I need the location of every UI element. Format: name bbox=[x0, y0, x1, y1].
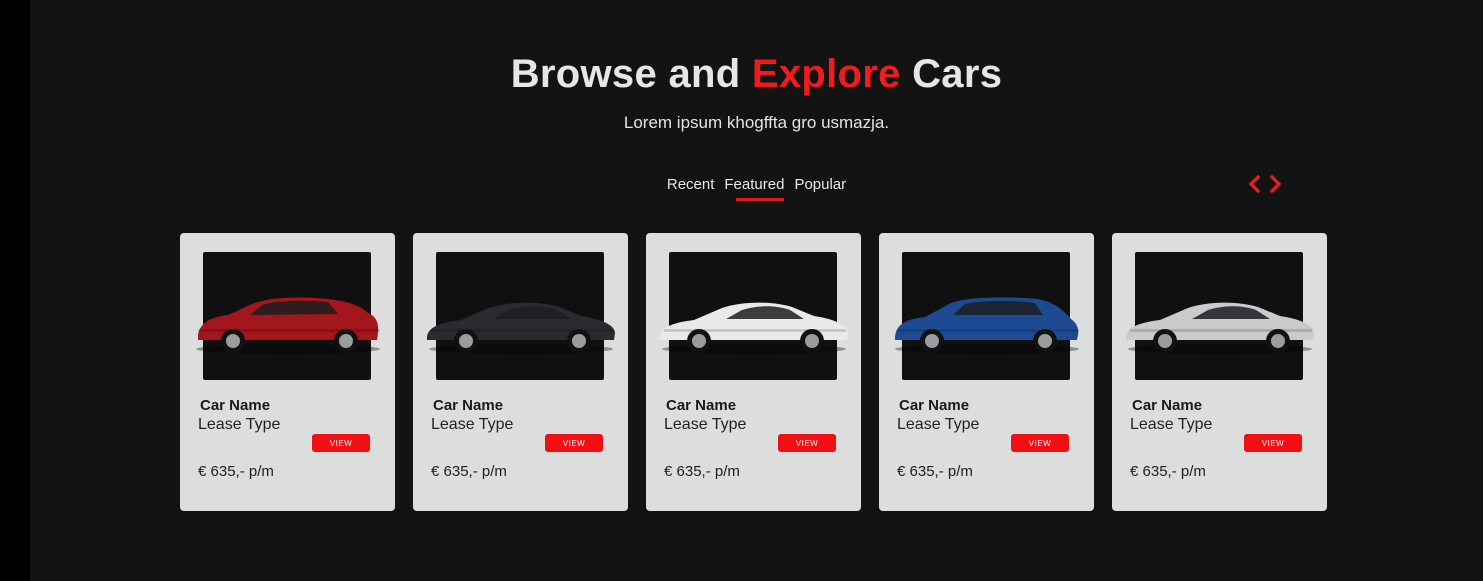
price: € 635,- p/m bbox=[1130, 463, 1206, 480]
chevron-left-icon[interactable] bbox=[1246, 174, 1262, 194]
view-button[interactable]: VIEW bbox=[778, 434, 836, 452]
price: € 635,- p/m bbox=[664, 463, 740, 480]
car-image bbox=[196, 297, 380, 354]
car-image bbox=[1126, 302, 1314, 354]
car-card[interactable]: Car Name Lease Type VIEW € 635,- p/m bbox=[646, 233, 861, 511]
lease-type: Lease Type bbox=[1130, 416, 1213, 433]
lease-type: Lease Type bbox=[664, 416, 747, 433]
car-card[interactable]: Car Name Lease Type VIEW € 635,- p/m bbox=[879, 233, 1094, 511]
car-card-list: Car Name Lease Type VIEW € 635,- p/m Car… bbox=[180, 233, 1327, 511]
car-image bbox=[427, 302, 615, 354]
price: € 635,- p/m bbox=[198, 463, 274, 480]
view-button[interactable]: VIEW bbox=[545, 434, 603, 452]
car-name: Car Name bbox=[1132, 397, 1203, 414]
lease-type: Lease Type bbox=[897, 416, 980, 433]
title-part-2: Cars bbox=[900, 52, 1003, 96]
view-button[interactable]: VIEW bbox=[1011, 434, 1069, 452]
tab-recent[interactable]: Recent bbox=[667, 176, 715, 197]
lease-type: Lease Type bbox=[431, 416, 514, 433]
carousel-nav bbox=[1246, 174, 1284, 194]
tab-popular[interactable]: Popular bbox=[794, 176, 846, 197]
car-image bbox=[895, 297, 1079, 354]
car-image bbox=[660, 302, 848, 354]
car-name: Car Name bbox=[200, 397, 271, 414]
page-title: Browse and Explore Cars bbox=[30, 52, 1483, 97]
title-part-1: Browse and bbox=[510, 52, 752, 96]
browse-section: Browse and Explore Cars Lorem ipsum khog… bbox=[30, 0, 1483, 581]
page-subtitle: Lorem ipsum khogffta gro usmazja. bbox=[623, 113, 890, 132]
car-card[interactable]: Car Name Lease Type VIEW € 635,- p/m bbox=[413, 233, 628, 511]
view-button[interactable]: VIEW bbox=[312, 434, 370, 452]
title-accent: Explore bbox=[751, 52, 901, 96]
view-button[interactable]: VIEW bbox=[1244, 434, 1302, 452]
lease-type: Lease Type bbox=[198, 416, 281, 433]
chevron-right-icon[interactable] bbox=[1268, 174, 1284, 194]
car-name: Car Name bbox=[899, 397, 970, 414]
price: € 635,- p/m bbox=[897, 463, 973, 480]
car-name: Car Name bbox=[433, 397, 504, 414]
car-name: Car Name bbox=[666, 397, 737, 414]
tab-featured[interactable]: Featured bbox=[724, 176, 785, 201]
car-card[interactable]: Car Name Lease Type VIEW € 635,- p/m bbox=[1112, 233, 1327, 511]
price: € 635,- p/m bbox=[431, 463, 507, 480]
car-card[interactable]: Car Name Lease Type VIEW € 635,- p/m bbox=[180, 233, 395, 511]
